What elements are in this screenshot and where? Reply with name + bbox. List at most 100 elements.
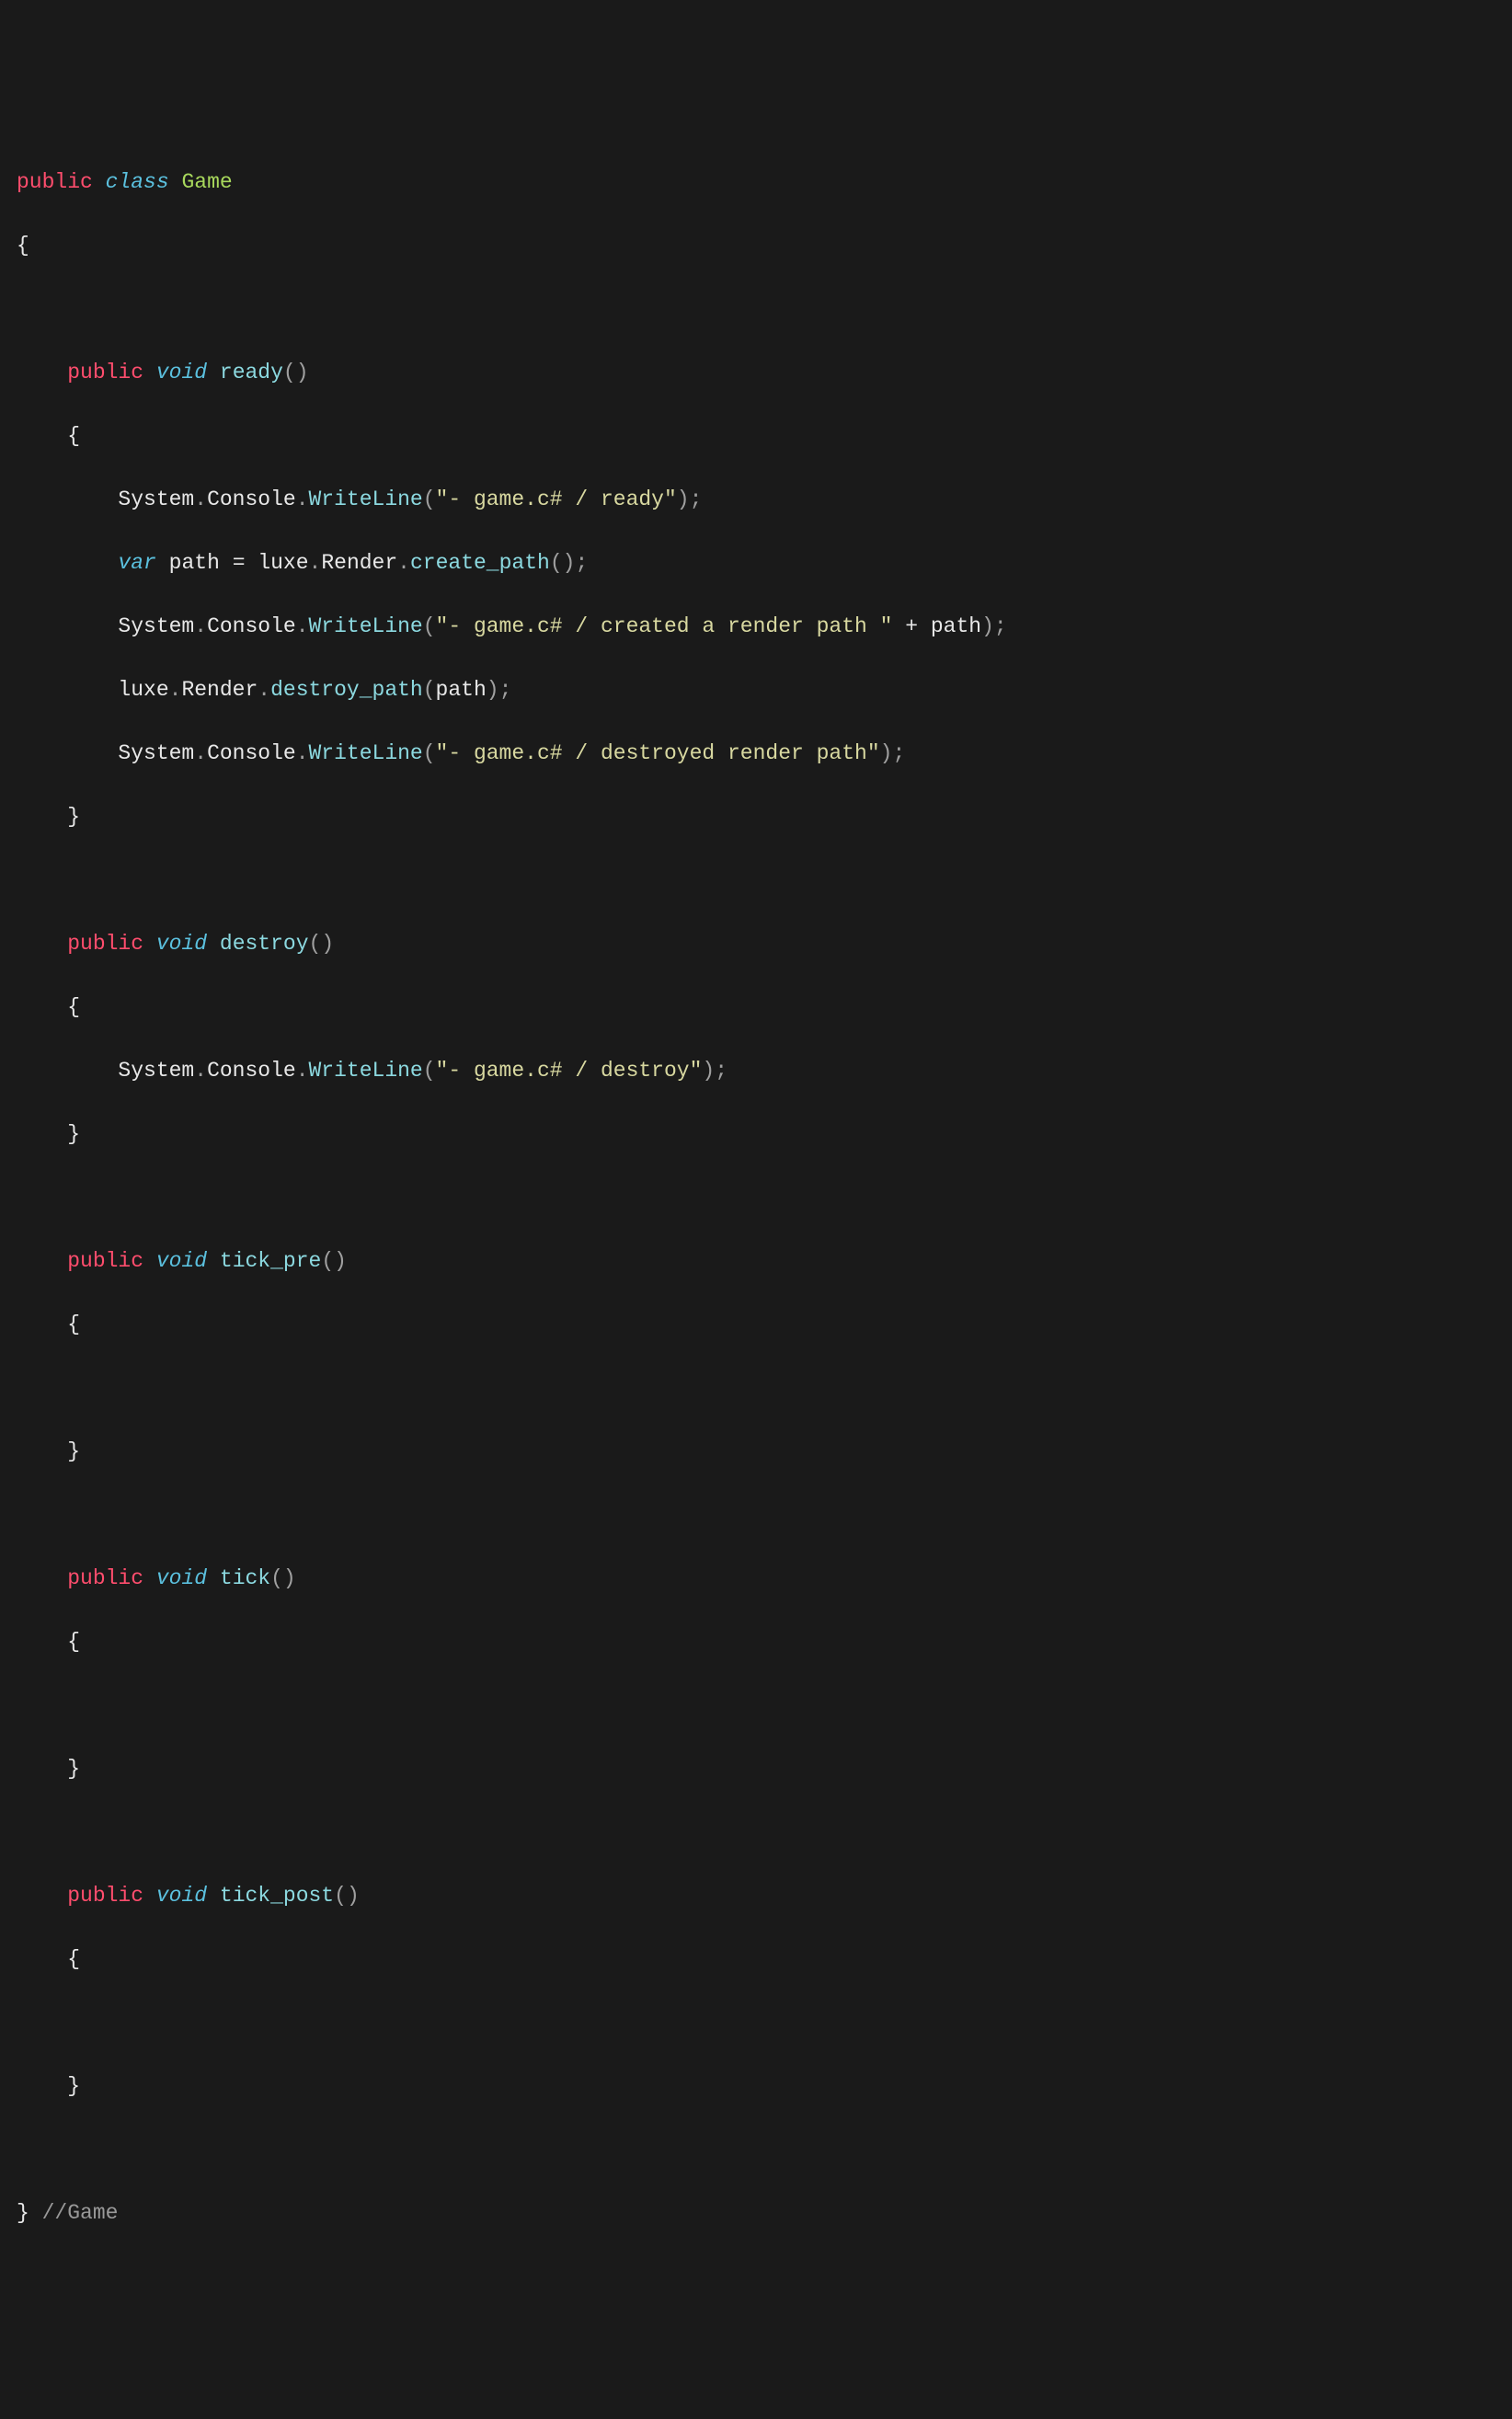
paren-open: ( [423, 678, 436, 702]
code-line: { [17, 992, 1495, 1024]
semicolon: ; [575, 551, 588, 575]
code-line: } //Game [17, 2197, 1495, 2230]
type-render: Render [181, 678, 258, 702]
method-tickpost: tick_post [220, 1884, 334, 1908]
code-line: var path = luxe.Render.create_path(); [17, 547, 1495, 579]
code-line [17, 2134, 1495, 2166]
paren-open: ( [321, 1249, 334, 1273]
method-writeline: WriteLine [309, 487, 423, 511]
brace-open: { [67, 1630, 80, 1654]
code-line: public void ready() [17, 357, 1495, 389]
brace-open: { [67, 424, 80, 448]
method-tick: tick [220, 1566, 270, 1590]
code-line: System.Console.WriteLine("- game.c# / de… [17, 738, 1495, 770]
code-line: { [17, 230, 1495, 262]
method-writeline: WriteLine [309, 614, 423, 638]
type-system: System [118, 487, 194, 511]
paren-close: ) [321, 932, 334, 956]
dot: . [194, 1059, 207, 1083]
keyword-public: public [67, 1249, 143, 1273]
classname-game: Game [181, 170, 232, 194]
code-line: public void tick() [17, 1563, 1495, 1595]
method-createpath: create_path [410, 551, 550, 575]
paren-close: ) [347, 1884, 360, 1908]
semicolon: ; [994, 614, 1007, 638]
type-system: System [118, 741, 194, 765]
dot: . [169, 678, 182, 702]
paren-open: ( [423, 1059, 436, 1083]
code-line [17, 1690, 1495, 1722]
code-line: } [17, 1753, 1495, 1785]
method-writeline: WriteLine [309, 741, 423, 765]
code-line [17, 1372, 1495, 1404]
paren-close: ) [702, 1059, 715, 1083]
code-line: public void tick_pre() [17, 1245, 1495, 1278]
brace-open: { [67, 1947, 80, 1971]
keyword-void: void [156, 1249, 207, 1273]
string-literal: "- game.c# / ready" [436, 487, 677, 511]
brace-open: { [67, 995, 80, 1019]
paren-open: ( [270, 1566, 283, 1590]
paren-open: ( [309, 932, 322, 956]
semicolon: ; [715, 1059, 727, 1083]
keyword-public: public [17, 170, 93, 194]
dot: . [258, 678, 270, 702]
operator-equals: = [233, 551, 246, 575]
brace-close: } [67, 1757, 80, 1781]
string-literal: "- game.c# / destroyed render path" [436, 741, 880, 765]
code-line: } [17, 1436, 1495, 1468]
method-ready: ready [220, 361, 283, 384]
paren-open: ( [334, 1884, 347, 1908]
type-console: Console [207, 741, 296, 765]
type-system: System [118, 614, 194, 638]
method-tickpre: tick_pre [220, 1249, 321, 1273]
code-line: System.Console.WriteLine("- game.c# / de… [17, 1055, 1495, 1087]
brace-close: } [67, 1122, 80, 1146]
dot: . [296, 487, 309, 511]
paren-close: ) [677, 487, 690, 511]
keyword-void: void [156, 1566, 207, 1590]
dot: . [194, 614, 207, 638]
paren-close: ) [334, 1249, 347, 1273]
method-destroy: destroy [220, 932, 309, 956]
dot: . [397, 551, 410, 575]
paren-open: ( [423, 741, 436, 765]
variable-path: path [169, 551, 220, 575]
code-line: { [17, 1943, 1495, 1976]
type-console: Console [207, 614, 296, 638]
variable-path: path [436, 678, 487, 702]
type-luxe: luxe [118, 678, 168, 702]
method-destroypath: destroy_path [270, 678, 423, 702]
keyword-public: public [67, 1884, 143, 1908]
keyword-void: void [156, 1884, 207, 1908]
type-luxe: luxe [258, 551, 308, 575]
dot: . [296, 741, 309, 765]
paren-open: ( [550, 551, 563, 575]
paren-open: ( [283, 361, 296, 384]
code-line: } [17, 1118, 1495, 1151]
keyword-public: public [67, 1566, 143, 1590]
keyword-public: public [67, 932, 143, 956]
paren-close: ) [981, 614, 994, 638]
semicolon: ; [499, 678, 512, 702]
type-render: Render [321, 551, 397, 575]
string-literal: "- game.c# / created a render path " [436, 614, 893, 638]
code-editor[interactable]: public class Game { public void ready() … [17, 134, 1495, 2261]
code-line [17, 1817, 1495, 1849]
paren-close: ) [283, 1566, 296, 1590]
dot: . [194, 741, 207, 765]
paren-open: ( [423, 487, 436, 511]
string-literal: "- game.c# / destroy" [436, 1059, 703, 1083]
code-line: System.Console.WriteLine("- game.c# / cr… [17, 611, 1495, 643]
paren-close: ) [563, 551, 576, 575]
semicolon: ; [690, 487, 703, 511]
code-line: System.Console.WriteLine("- game.c# / re… [17, 484, 1495, 516]
keyword-var: var [118, 551, 155, 575]
paren-close: ) [880, 741, 893, 765]
dot: . [194, 487, 207, 511]
code-line [17, 293, 1495, 326]
keyword-public: public [67, 361, 143, 384]
type-console: Console [207, 1059, 296, 1083]
code-line: { [17, 1626, 1495, 1658]
dot: . [309, 551, 322, 575]
